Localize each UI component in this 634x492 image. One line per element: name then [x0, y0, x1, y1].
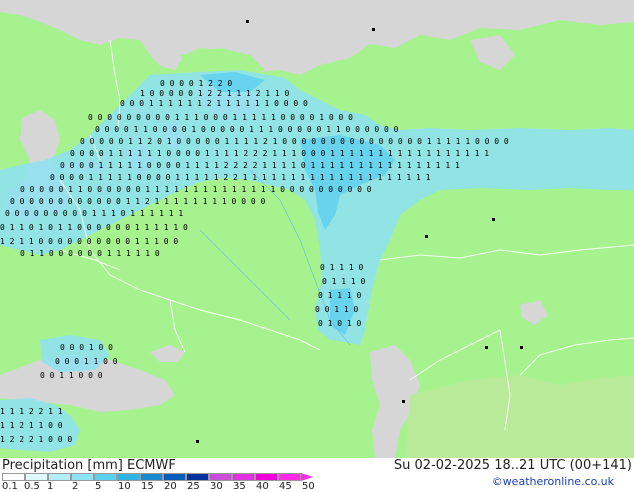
svg-text:0 1 1 1 0: 0 1 1 1 0 — [322, 277, 366, 286]
svg-text:1 2 2 2 1 0 0 0: 1 2 2 2 1 0 0 0 — [0, 435, 72, 444]
legend-label: 20 — [164, 481, 177, 492]
credit-link[interactable]: ©weatheronline.co.uk — [492, 475, 614, 488]
svg-text:0 0 0 0 0 0 0 0 0 1 1 1 0 0 0: 0 0 0 0 0 0 0 0 0 1 1 1 0 0 0 1 1 1 1 1 … — [88, 113, 353, 122]
precipitation-map: 0 0 0 0 1 2 2 0 1 0 0 0 0 0 1 2 2 1 1 1 … — [0, 0, 634, 458]
weather-map-frame: 0 0 0 0 1 2 2 0 1 0 0 0 0 0 1 2 2 1 1 1 … — [0, 0, 634, 492]
svg-text:0 1 1 1 0: 0 1 1 1 0 — [318, 291, 362, 300]
legend-swatch — [140, 473, 163, 481]
legend-swatch — [25, 473, 48, 481]
precipitation-legend: 0.1 0.5 1 2 5 10 15 20 25 30 35 40 45 50 — [0, 473, 330, 492]
valid-time-label: Su 02-02-2025 18..21 UTC (00+141) — [393, 458, 632, 473]
svg-text:0 1 1 0 0 0 0 0 0 1 1 1 1 1 0: 0 1 1 0 0 0 0 0 0 1 1 1 1 1 0 — [20, 249, 160, 258]
svg-text:0 1 1 1 0: 0 1 1 1 0 — [320, 263, 364, 272]
legend-label: 30 — [210, 481, 223, 492]
svg-text:0 0 0 0 1 1 1 1 1 1 0 0 0 0 1: 0 0 0 0 1 1 1 1 1 1 0 0 0 0 1 1 1 1 2 2 … — [70, 149, 489, 158]
sea-of-azov — [150, 345, 185, 362]
svg-text:0 0 0 1 0 0: 0 0 0 1 0 0 — [60, 343, 113, 352]
legend-swatch — [117, 473, 140, 481]
legend-swatch — [48, 473, 71, 481]
legend-swatch — [71, 473, 94, 481]
legend-swatch — [163, 473, 186, 481]
svg-text:1 2 1 1 0 0 0 0 0 0 0 0 0 0 1: 1 2 1 1 0 0 0 0 0 0 0 0 0 0 1 1 1 0 0 — [0, 237, 178, 246]
arctic-sea — [0, 0, 634, 75]
map-title: Precipitation [mm] ECMWF — [2, 458, 176, 473]
aral-sea — [520, 300, 548, 325]
svg-text:0 0 0 0 0 0 0 0 0 0 0 0 1 1 2: 0 0 0 0 0 0 0 0 0 0 0 0 1 1 2 1 1 1 1 1 … — [10, 197, 265, 206]
svg-text:0 0 0 1 1 0 0: 0 0 0 1 1 0 0 — [55, 357, 118, 366]
legend-arrow-icon — [301, 473, 313, 481]
legend-label: 0.1 — [2, 481, 18, 492]
legend-label: 15 — [141, 481, 154, 492]
legend-label: 10 — [118, 481, 131, 492]
legend-label: 40 — [256, 481, 269, 492]
legend-label: 2 — [72, 481, 79, 492]
legend-swatch — [186, 473, 209, 481]
legend-color-bar — [2, 473, 313, 481]
legend-swatch — [255, 473, 278, 481]
legend-label: 25 — [187, 481, 200, 492]
kara-gulf — [470, 35, 515, 70]
svg-text:0 0 0 0 1 1 1 1 1 0 0 0 0 1 1: 0 0 0 0 1 1 1 1 1 0 0 0 0 1 1 1 1 1 2 2 … — [50, 173, 431, 182]
legend-swatch — [232, 473, 255, 481]
legend-swatch — [209, 473, 232, 481]
svg-text:1 1 1 2 2 1 1: 1 1 1 2 2 1 1 — [0, 407, 63, 416]
svg-text:0 1 1 0 1 0 1 1 0 0 0 0 0 0 1: 0 1 1 0 1 0 1 1 0 0 0 0 0 0 1 1 1 1 1 0 — [0, 223, 188, 232]
map-canvas: 0 0 0 0 1 2 2 0 1 0 0 0 0 0 1 2 2 1 1 1 … — [0, 0, 634, 458]
map-footer: Precipitation [mm] ECMWF Su 02-02-2025 1… — [0, 458, 634, 492]
legend-label: 45 — [279, 481, 292, 492]
legend-label: 1 — [47, 481, 54, 492]
svg-text:0 0 0 0 1 1 1 1 1 0 0 0 0 1 1: 0 0 0 0 1 1 1 1 1 0 0 0 0 1 1 1 1 2 2 2 … — [60, 161, 460, 170]
svg-text:0 0 1 1 0 0 0: 0 0 1 1 0 0 0 — [40, 371, 103, 380]
svg-text:0 1 0 1 0: 0 1 0 1 0 — [318, 319, 362, 328]
svg-text:0 0 0 1 1 1 1 1 1 2 1 1 1 1 1: 0 0 0 1 1 1 1 1 1 2 1 1 1 1 1 1 0 0 0 0 — [120, 99, 308, 108]
legend-label: 50 — [302, 481, 315, 492]
svg-text:0 0 1 1 0: 0 0 1 1 0 — [315, 305, 359, 314]
legend-swatch — [2, 473, 25, 481]
svg-text:0 0 0 0 0 1 1 0 0 0 0 0 0 1 1: 0 0 0 0 0 1 1 0 0 0 0 0 0 1 1 1 1 1 1 1 … — [20, 185, 372, 194]
legend-swatch — [94, 473, 117, 481]
legend-swatch — [278, 473, 301, 481]
svg-text:0 0 0 0 0 1 1 2 0 1 0 0 0 0 0: 0 0 0 0 0 1 1 2 0 1 0 0 0 0 0 1 1 1 1 2 … — [80, 137, 509, 146]
svg-text:0 0 0 0 1 1 0 0 0 0 1 0 0 0 0: 0 0 0 0 1 1 0 0 0 0 1 0 0 0 0 0 1 1 1 0 … — [95, 125, 399, 134]
legend-label: 35 — [233, 481, 246, 492]
svg-text:0 0 0 0 0 0 0 0 0 1 1 1 0 1 1: 0 0 0 0 0 0 0 0 0 1 1 1 0 1 1 1 1 1 1 — [5, 209, 183, 218]
svg-text:0 0 0 0 1 2 2 0: 0 0 0 0 1 2 2 0 — [160, 79, 232, 88]
legend-label: 5 — [95, 481, 102, 492]
svg-text:1 0 0 0 0 0 1 2 2 1 1 1 2 1 1: 1 0 0 0 0 0 1 2 2 1 1 1 2 1 1 0 — [140, 89, 289, 98]
southern-highlands — [405, 375, 634, 458]
legend-label: 0.5 — [24, 481, 40, 492]
svg-text:1 1 2 1 1 0 0: 1 1 2 1 1 0 0 — [0, 421, 63, 430]
